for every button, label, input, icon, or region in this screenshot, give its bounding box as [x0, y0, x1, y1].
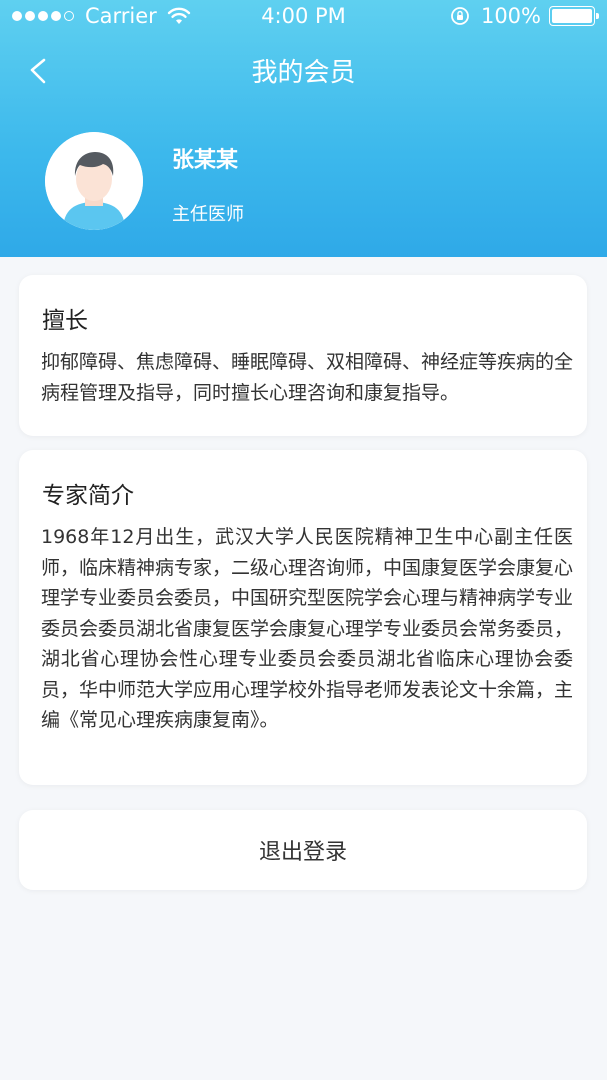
- intro-heading: 专家简介: [42, 483, 134, 509]
- nav-bar: 我的会员: [0, 40, 607, 100]
- intro-card: 专家简介 1968年12月出生，武汉大学人民医院精神卫生中心副主任医师，临床精神…: [19, 450, 587, 785]
- expertise-text: 抑郁障碍、焦虑障碍、睡眠障碍、双相障碍、神经症等疾病的全病程管理及指导，同时擅长…: [41, 351, 574, 404]
- header-banner: Carrier 4:00 PM 100% 我的会员 张某某 主任医师: [0, 0, 607, 257]
- doctor-title: 主任医师: [172, 204, 244, 225]
- battery-percent: 100%: [480, 4, 541, 28]
- battery-icon: [549, 6, 599, 26]
- doctor-name: 张某某: [172, 148, 239, 173]
- status-bar: Carrier 4:00 PM 100%: [0, 0, 607, 34]
- intro-text: 1968年12月出生，武汉大学人民医院精神卫生中心副主任医师，临床精神病专家，二…: [41, 526, 574, 731]
- rotation-lock-icon: [451, 7, 469, 25]
- logout-button[interactable]: 退出登录: [19, 810, 587, 890]
- expertise-heading: 擅长: [42, 308, 88, 334]
- page-title: 我的会员: [251, 58, 356, 88]
- avatar: [45, 132, 143, 230]
- logout-label: 退出登录: [258, 840, 347, 865]
- profile-section: 张某某 主任医师: [0, 126, 607, 236]
- avatar-icon: [45, 132, 143, 230]
- expertise-card: 擅长 抑郁障碍、焦虑障碍、睡眠障碍、双相障碍、神经症等疾病的全病程管理及指导，同…: [19, 275, 587, 436]
